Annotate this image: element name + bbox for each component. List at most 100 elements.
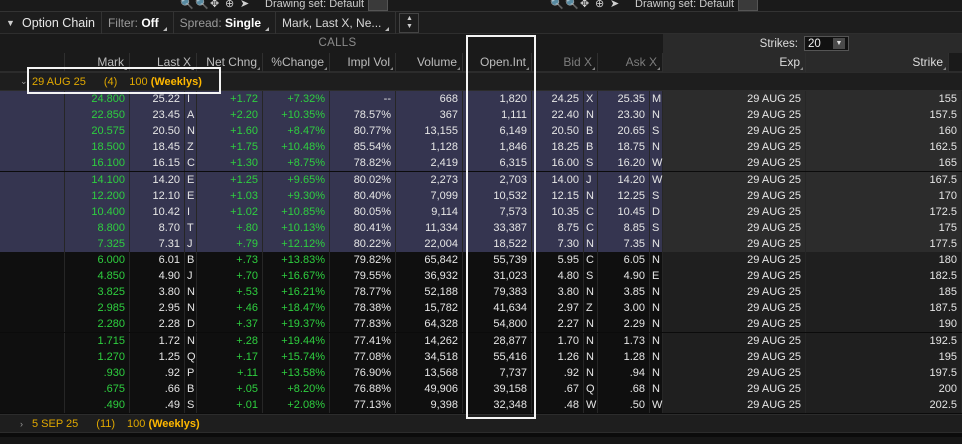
mark-cell[interactable]: 10.400 — [65, 203, 130, 220]
option-row[interactable]: 4.850 4.90 J +.70 +16.67% 79.55% 36,932 31,023 4… — [0, 268, 962, 285]
column-header-strike[interactable]: Strike — [806, 53, 949, 72]
bid-cell[interactable]: 22.40 — [532, 107, 584, 124]
bid-cell[interactable]: 3.80 — [532, 284, 584, 301]
bid-cell[interactable]: .48 — [532, 396, 584, 413]
option-row[interactable]: 8.800 8.70 T +.80 +10.13% 80.41% 11,334 33,387 8… — [0, 219, 962, 236]
pointer-icon[interactable]: ➤ — [610, 0, 621, 10]
option-row[interactable]: 2.280 2.28 D +.37 +19.37% 77.83% 64,328 54,800 2… — [0, 316, 962, 333]
column-header-open-interest[interactable]: Open.Int — [463, 53, 532, 72]
mark-cell[interactable]: 1.715 — [65, 332, 130, 349]
mark-cell[interactable]: 2.280 — [65, 316, 130, 333]
bid-cell[interactable]: 12.15 — [532, 187, 584, 204]
bid-cell[interactable]: 5.95 — [532, 252, 584, 268]
column-header-ask[interactable]: Ask X — [598, 53, 663, 72]
pointer-icon[interactable]: ➤ — [240, 0, 251, 10]
ask-cell[interactable]: 7.35 — [598, 235, 650, 252]
option-row[interactable]: 20.575 20.50 N +1.60 +8.47% 80.77% 13,155 6,149… — [0, 123, 962, 140]
zoom-out-icon[interactable]: 🔍 — [565, 0, 579, 10]
option-row[interactable]: .930.92 P +.11 +13.58% 76.90% 13,568 7,737.92 N… — [0, 364, 962, 381]
mark-cell[interactable]: 1.270 — [65, 348, 130, 365]
bid-cell[interactable]: 18.25 — [532, 139, 584, 156]
option-row[interactable]: 7.325 7.31 J +.79 +12.12% 80.22% 22,004 18,522 7… — [0, 235, 962, 252]
ask-cell[interactable]: 6.05 — [598, 252, 650, 268]
mark-cell[interactable]: 18.500 — [65, 139, 130, 156]
mark-cell[interactable]: 3.825 — [65, 284, 130, 301]
column-header-percent-change[interactable]: %Change — [263, 53, 330, 72]
column-header-mark[interactable]: Mark — [65, 53, 130, 72]
column-header-bid[interactable]: Bid X — [532, 53, 598, 72]
mark-cell[interactable]: 2.985 — [65, 300, 130, 317]
ask-cell[interactable]: 23.30 — [598, 107, 650, 124]
bid-cell[interactable]: 8.75 — [532, 219, 584, 236]
mark-cell[interactable]: 12.200 — [65, 187, 130, 204]
ask-cell[interactable]: 3.00 — [598, 300, 650, 317]
option-row[interactable]: 10.400 10.42 I +1.02 +10.85% 80.05% 9,114 7,573… — [0, 203, 962, 220]
mark-cell[interactable]: 14.100 — [65, 171, 130, 188]
ask-cell[interactable]: 14.20 — [598, 171, 650, 188]
drawing-set-dropdown[interactable] — [738, 0, 759, 11]
mark-cell[interactable]: .930 — [65, 364, 130, 381]
ask-cell[interactable]: 1.28 — [598, 348, 650, 365]
ask-cell[interactable]: 20.65 — [598, 123, 650, 140]
ask-cell[interactable]: 1.73 — [598, 332, 650, 349]
chevron-right-icon[interactable]: › — [20, 419, 30, 429]
column-header-implied-vol[interactable]: Impl Vol — [330, 53, 396, 72]
ask-cell[interactable]: .68 — [598, 380, 650, 397]
mark-cell[interactable]: .675 — [65, 380, 130, 397]
crosshair-icon[interactable]: ⊕ — [595, 0, 606, 10]
ask-cell[interactable]: 2.29 — [598, 316, 650, 333]
option-row[interactable]: .490.49 S +.01 +2.08% 77.13% 9,398 32,348.48 W.… — [0, 396, 962, 413]
chevron-up-icon[interactable]: ▲ — [406, 15, 413, 23]
ask-cell[interactable]: 8.85 — [598, 219, 650, 236]
option-row[interactable]: 3.825 3.80 N +.53 +16.21% 78.77% 52,188 79,383 3… — [0, 284, 962, 301]
mark-cell[interactable]: 7.325 — [65, 235, 130, 252]
bid-cell[interactable]: 16.00 — [532, 155, 584, 172]
bid-cell[interactable]: 24.25 — [532, 91, 584, 107]
ask-cell[interactable]: 3.85 — [598, 284, 650, 301]
mark-cell[interactable]: 16.100 — [65, 155, 130, 172]
option-row[interactable]: 22.850 23.45 A +2.20 +10.35% 78.57% 367 1,111 22… — [0, 107, 962, 124]
chevron-down-icon[interactable]: ⌄ — [20, 76, 30, 87]
filter-control[interactable]: Filter: Off — [102, 11, 174, 34]
bid-cell[interactable]: 2.97 — [532, 300, 584, 317]
option-row[interactable]: 24.800 25.22 I +1.72 +7.32% -- 668 1,820 24.25 X 2… — [0, 91, 962, 107]
ask-cell[interactable]: 12.25 — [598, 187, 650, 204]
crosshair-icon[interactable]: ⊕ — [225, 0, 236, 10]
mark-cell[interactable]: 6.000 — [65, 252, 130, 268]
bid-cell[interactable]: 2.27 — [532, 316, 584, 333]
bid-cell[interactable]: .67 — [532, 380, 584, 397]
option-row[interactable]: 12.200 12.10 E +1.03 +9.30% 80.40% 7,099 10,532… — [0, 187, 962, 204]
zoom-in-icon[interactable]: 🔍 — [550, 0, 564, 10]
chevron-down-icon[interactable]: ▼ — [406, 23, 413, 31]
ask-cell[interactable]: 4.90 — [598, 268, 650, 285]
drawing-set-label[interactable]: Drawing set: Default — [265, 0, 364, 10]
zoom-in-icon[interactable]: 🔍 — [180, 0, 194, 10]
layout-spinner[interactable]: ▲ ▼ — [399, 12, 420, 33]
option-chain-toggle[interactable]: ▼ Option Chain — [0, 11, 102, 34]
bid-cell[interactable]: 10.35 — [532, 203, 584, 220]
bid-cell[interactable]: 1.70 — [532, 332, 584, 349]
bid-cell[interactable]: 14.00 — [532, 171, 584, 188]
ask-cell[interactable]: 10.45 — [598, 203, 650, 220]
bid-cell[interactable]: 20.50 — [532, 123, 584, 140]
bid-cell[interactable]: .92 — [532, 364, 584, 381]
spread-control[interactable]: Spread: Single — [174, 11, 277, 34]
column-header-exp[interactable]: Exp — [663, 53, 806, 72]
option-row[interactable]: 14.100 14.20 E +1.25 +9.65% 80.02% 2,273 2,703 1… — [0, 171, 962, 188]
mark-cell[interactable]: .490 — [65, 396, 130, 413]
bid-cell[interactable]: 7.30 — [532, 235, 584, 252]
strikes-select[interactable]: 20 ▼ — [804, 36, 849, 51]
mark-cell[interactable]: 22.850 — [65, 107, 130, 124]
zoom-out-icon[interactable]: 🔍 — [195, 0, 209, 10]
option-row[interactable]: 1.715 1.72 N +.28 +19.44% 77.41% 14,262 28,877 1… — [0, 332, 962, 349]
option-row[interactable]: 18.500 18.45 Z +1.75 +10.48% 85.54% 1,128 1,846… — [0, 139, 962, 156]
column-header-net-change[interactable]: Net Chng — [197, 53, 263, 72]
option-row[interactable]: 2.985 2.95 N +.46 +18.47% 78.38% 15,782 41,634 2… — [0, 300, 962, 317]
expiration-group-row[interactable]: ⌄ 29 AUG 25 (4) 100 (Weeklys) — [0, 72, 962, 91]
option-row[interactable]: 6.000 6.01 B +.73 +13.83% 79.82% 65,842 55,739 5… — [0, 252, 962, 268]
option-row[interactable]: 16.100 16.15 C +1.30 +8.75% 78.82% 2,419 6,315 1… — [0, 155, 962, 172]
price-fields-control[interactable]: Mark, Last X, Ne... — [276, 11, 397, 34]
ask-cell[interactable]: 16.20 — [598, 155, 650, 172]
column-header-volume[interactable]: Volume — [396, 53, 463, 72]
ask-cell[interactable]: .50 — [598, 396, 650, 413]
